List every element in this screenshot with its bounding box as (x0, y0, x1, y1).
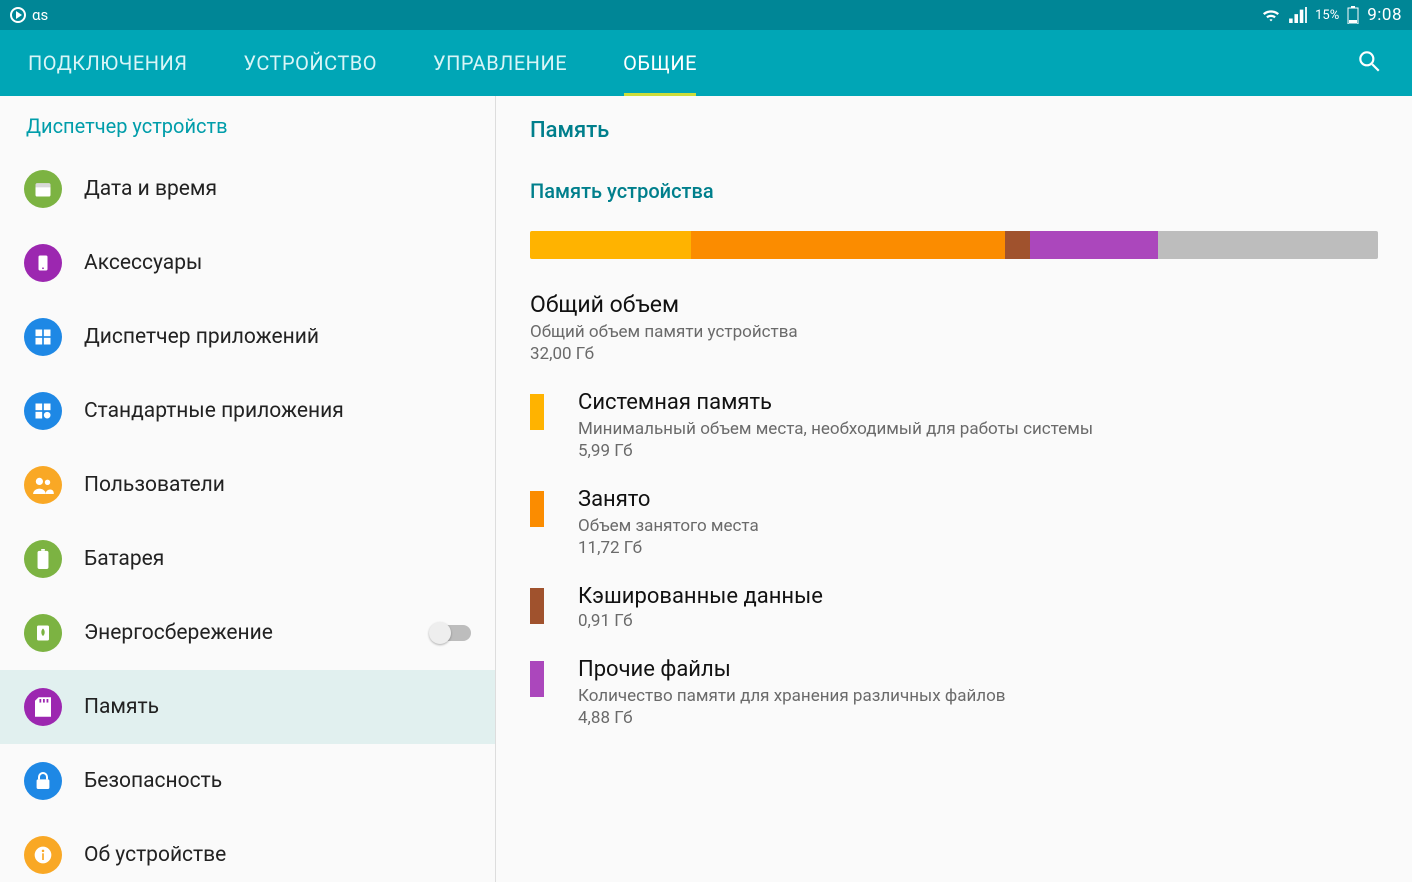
sidebar-title: Диспетчер устройств (0, 96, 495, 152)
users-icon (24, 466, 62, 504)
usage-segment (1030, 231, 1157, 259)
sidebar-item-9[interactable]: Об устройстве (0, 818, 495, 882)
entry-sub: Количество памяти для хранения различных… (578, 686, 1006, 706)
sidebar-item-label: Об устройстве (84, 843, 226, 867)
phone-icon (24, 244, 62, 282)
tabbar: ПОДКЛЮЧЕНИЯ УСТРОЙСТВО УПРАВЛЕНИЕ ОБЩИЕ (0, 30, 1412, 96)
entry-sub: Объем занятого места (578, 516, 759, 536)
battery-icon (24, 540, 62, 578)
search-button[interactable] (1334, 30, 1404, 96)
tab-control[interactable]: УПРАВЛЕНИЕ (405, 30, 595, 96)
play-icon (10, 7, 26, 23)
search-icon (1356, 48, 1382, 78)
sidebar-item-6[interactable]: Энергосбережение (0, 596, 495, 670)
sd-icon (24, 688, 62, 726)
usage-segment (530, 231, 691, 259)
sidebar-item-8[interactable]: Безопасность (0, 744, 495, 818)
sidebar-item-label: Стандартные приложения (84, 399, 344, 423)
power-saving-toggle[interactable] (431, 625, 471, 641)
sidebar: Диспетчер устройств Дата и время Аксессуа… (0, 96, 496, 882)
sidebar-item-label: Память (84, 695, 159, 719)
color-swatch (530, 661, 544, 697)
usage-segment (1005, 231, 1030, 259)
entry-val: 5,99 Гб (578, 441, 1093, 461)
entry-title: Занято (578, 487, 759, 512)
storage-entry-1[interactable]: Занято Объем занятого места11,72 Гб (530, 487, 1378, 558)
sidebar-item-1[interactable]: Аксессуары (0, 226, 495, 300)
sidebar-item-2[interactable]: Диспетчер приложений (0, 300, 495, 374)
tab-device[interactable]: УСТРОЙСТВО (215, 30, 405, 96)
sidebar-item-label: Пользователи (84, 473, 225, 497)
page-title: Память (530, 118, 1378, 143)
sidebar-item-label: Аксессуары (84, 251, 202, 275)
page-subtitle: Память устройства (530, 179, 1378, 203)
storage-entry-2[interactable]: Кэшированные данные0,91 Гб (530, 584, 1378, 631)
color-swatch (530, 491, 544, 527)
entry-sub: Минимальный объем места, необходимый для… (578, 419, 1093, 439)
sidebar-item-7[interactable]: Память (0, 670, 495, 744)
entry-title: Системная память (578, 390, 1093, 415)
usage-segment (691, 231, 1005, 259)
sidebar-item-5[interactable]: Батарея (0, 522, 495, 596)
lock-icon (24, 762, 62, 800)
info-icon (24, 836, 62, 874)
leaf-icon (24, 614, 62, 652)
wifi-icon (1261, 7, 1281, 23)
clock: 9:08 (1367, 5, 1402, 25)
sidebar-item-label: Батарея (84, 547, 164, 571)
sidebar-item-0[interactable]: Дата и время (0, 152, 495, 226)
battery-icon (1347, 6, 1359, 24)
entry-val: 4,88 Гб (578, 708, 1006, 728)
entry-val: 11,72 Гб (578, 538, 759, 558)
entry-val: 0,91 Гб (578, 611, 823, 631)
storage-entry-3[interactable]: Прочие файлы Количество памяти для хранен… (530, 657, 1378, 728)
storage-entry-0[interactable]: Системная память Минимальный объем места,… (530, 390, 1378, 461)
total-val: 32,00 Гб (530, 344, 1378, 364)
tab-connections[interactable]: ПОДКЛЮЧЕНИЯ (0, 30, 215, 96)
sidebar-item-label: Энергосбережение (84, 621, 273, 645)
sidebar-item-label: Дата и время (84, 177, 217, 201)
storage-usage-bar (530, 231, 1378, 259)
entry-title: Кэшированные данные (578, 584, 823, 609)
sidebar-item-label: Безопасность (84, 769, 222, 793)
battery-pct: 15% (1315, 8, 1339, 23)
entry-title: Прочие файлы (578, 657, 1006, 682)
signal-icon (1289, 7, 1307, 23)
sidebar-item-4[interactable]: Пользователи (0, 448, 495, 522)
color-swatch (530, 588, 544, 624)
statusbar: αs 15% 9:08 (0, 0, 1412, 30)
calendar-icon (24, 170, 62, 208)
total-sub: Общий объем памяти устройства (530, 322, 1378, 342)
grid-icon (24, 318, 62, 356)
sidebar-item-3[interactable]: Стандартные приложения (0, 374, 495, 448)
sidebar-item-label: Диспетчер приложений (84, 325, 319, 349)
storage-total[interactable]: Общий объем Общий объем памяти устройств… (530, 291, 1378, 364)
total-title: Общий объем (530, 291, 1378, 318)
color-swatch (530, 394, 544, 430)
status-left-text: αs (32, 6, 48, 24)
main-pane: Память Память устройства Общий объем Общ… (496, 96, 1412, 882)
usage-segment (1158, 231, 1378, 259)
tab-general[interactable]: ОБЩИЕ (595, 30, 725, 96)
grid2-icon (24, 392, 62, 430)
